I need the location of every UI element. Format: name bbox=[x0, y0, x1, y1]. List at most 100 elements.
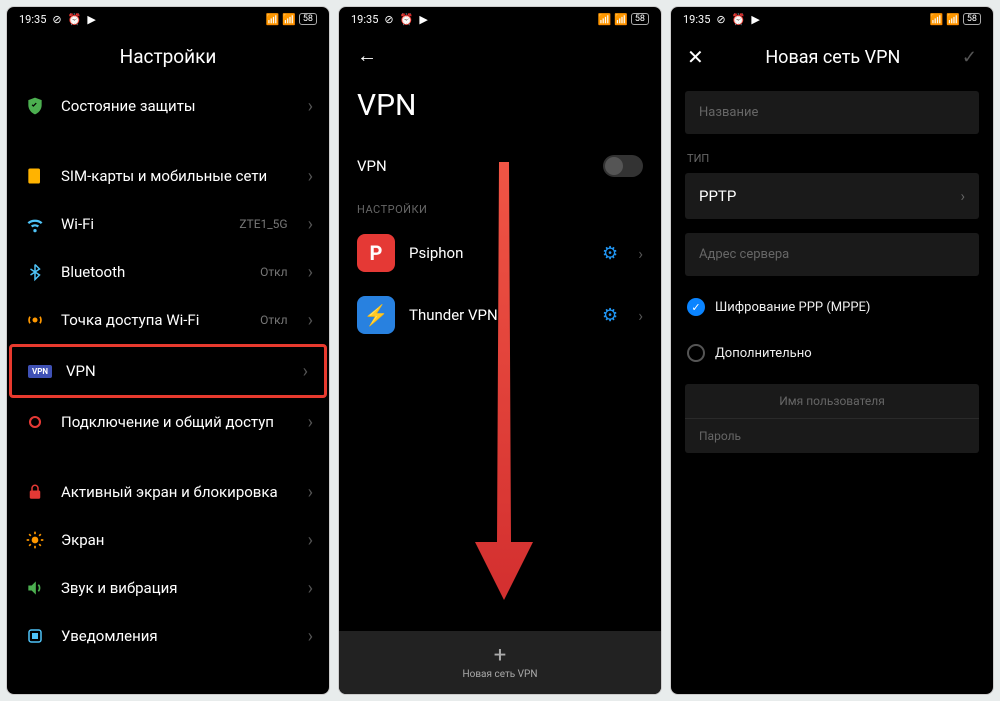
vpn-item[interactable]: VPN VPN › bbox=[12, 347, 324, 395]
brightness-icon bbox=[23, 528, 47, 552]
vpn-list-screen: 19:35 ⊘ ⏰ ▶ 📶 📶 58 ← VPN VPN НАСТРОЙКИ P… bbox=[338, 6, 662, 695]
lock-icon bbox=[23, 480, 47, 504]
chevron-icon: › bbox=[303, 361, 308, 382]
advanced-label: Дополнительно bbox=[715, 346, 812, 361]
server-address-input[interactable]: Адрес сервера bbox=[685, 233, 979, 276]
item-label: Bluetooth bbox=[61, 263, 125, 281]
chevron-icon: › bbox=[308, 578, 313, 599]
share-icon bbox=[23, 410, 47, 434]
wifi-icon bbox=[23, 212, 47, 236]
sound-icon bbox=[23, 576, 47, 600]
battery-indicator: 58 bbox=[631, 13, 649, 25]
chevron-icon: › bbox=[638, 244, 643, 263]
advanced-row[interactable]: Дополнительно bbox=[671, 330, 993, 376]
chevron-icon: › bbox=[308, 262, 313, 283]
video-icon: ▶ bbox=[751, 13, 759, 26]
thunder-vpn-icon: ⚡ bbox=[357, 296, 395, 334]
item-label: VPN bbox=[66, 362, 96, 380]
display-item[interactable]: Экран › bbox=[7, 516, 329, 564]
checkbox-empty-icon bbox=[687, 344, 705, 362]
chevron-icon: › bbox=[308, 166, 313, 187]
vpn-highlight: VPN VPN › bbox=[9, 344, 327, 398]
shield-icon bbox=[23, 94, 47, 118]
connection-sharing-item[interactable]: Подключение и общий доступ › bbox=[7, 398, 329, 446]
wifi-item[interactable]: Wi-Fi ZTE1_5G › bbox=[7, 200, 329, 248]
add-vpn-button[interactable]: + Новая сеть VPN bbox=[339, 631, 661, 694]
wifi-icon: 📶 bbox=[946, 13, 960, 26]
chevron-icon: › bbox=[308, 626, 313, 647]
hotspot-item[interactable]: Точка доступа Wi-Fi Откл › bbox=[7, 296, 329, 344]
alarm-icon: ⏰ bbox=[400, 13, 414, 26]
video-icon: ▶ bbox=[419, 13, 427, 26]
type-select[interactable]: PPTP › bbox=[685, 173, 979, 219]
chevron-icon: › bbox=[308, 310, 313, 331]
sound-item[interactable]: Звук и вибрация › bbox=[7, 564, 329, 612]
vpn-toggle[interactable] bbox=[603, 155, 643, 177]
item-label: SIM-карты и мобильные сети bbox=[61, 167, 267, 185]
lockscreen-item[interactable]: Активный экран и блокировка › bbox=[7, 468, 329, 516]
item-label: Подключение и общий доступ bbox=[61, 413, 274, 431]
chevron-icon: › bbox=[308, 412, 313, 433]
confirm-icon[interactable]: ✓ bbox=[962, 47, 977, 68]
plus-icon: + bbox=[339, 645, 661, 667]
chevron-icon: › bbox=[308, 530, 313, 551]
signal-icon: 📶 bbox=[597, 13, 611, 26]
notifications-item[interactable]: Уведомления › bbox=[7, 612, 329, 660]
gear-icon[interactable]: ⚙ bbox=[602, 243, 618, 264]
back-arrow-icon: ← bbox=[357, 43, 377, 67]
status-time: 19:35 bbox=[351, 13, 378, 26]
item-label: Активный экран и блокировка bbox=[61, 483, 278, 501]
status-bar: 19:35 ⊘ ⏰ ▶ 📶 📶 58 bbox=[339, 7, 661, 31]
app-label: Thunder VPN bbox=[409, 306, 588, 324]
item-label: Состояние защиты bbox=[61, 97, 196, 115]
item-label: Экран bbox=[61, 531, 104, 549]
bluetooth-item[interactable]: Bluetooth Откл › bbox=[7, 248, 329, 296]
psiphon-icon: P bbox=[357, 234, 395, 272]
item-label: Звук и вибрация bbox=[61, 579, 177, 597]
password-input[interactable]: Пароль bbox=[685, 419, 979, 453]
settings-screen: 19:35 ⊘ ⏰ ▶ 📶 📶 58 Настройки Состояние з… bbox=[6, 6, 330, 695]
bluetooth-icon bbox=[23, 260, 47, 284]
alarm-icon: ⏰ bbox=[68, 13, 82, 26]
close-icon[interactable]: ✕ bbox=[687, 45, 704, 69]
item-label: Точка доступа Wi-Fi bbox=[61, 311, 199, 329]
page-title: Настройки bbox=[7, 31, 329, 82]
video-icon: ▶ bbox=[87, 13, 95, 26]
add-vpn-label: Новая сеть VPN bbox=[339, 669, 661, 680]
chevron-icon: › bbox=[308, 96, 313, 117]
status-bar: 19:35 ⊘ ⏰ ▶ 📶 📶 58 bbox=[671, 7, 993, 31]
battery-indicator: 58 bbox=[963, 13, 981, 25]
item-label: Wi-Fi bbox=[61, 215, 94, 233]
username-input[interactable]: Имя пользователя bbox=[685, 384, 979, 418]
section-header: НАСТРОЙКИ bbox=[339, 191, 661, 222]
security-status-item[interactable]: Состояние защиты › bbox=[7, 82, 329, 130]
back-button[interactable]: ← bbox=[339, 31, 661, 80]
item-trailing: Откл bbox=[260, 265, 287, 279]
type-value: PPTP bbox=[699, 187, 736, 205]
ppp-encryption-row[interactable]: ✓ Шифрование PPP (MPPE) bbox=[671, 284, 993, 330]
vpn-app-psiphon[interactable]: P Psiphon ⚙ › bbox=[339, 222, 661, 284]
signal-icon: 📶 bbox=[265, 13, 279, 26]
wifi-icon: 📶 bbox=[282, 13, 296, 26]
status-time: 19:35 bbox=[683, 13, 710, 26]
gear-icon[interactable]: ⚙ bbox=[602, 305, 618, 326]
page-title: VPN bbox=[339, 80, 661, 141]
chevron-icon: › bbox=[960, 187, 965, 205]
chevron-icon: › bbox=[308, 214, 313, 235]
encryption-label: Шифрование PPP (MPPE) bbox=[715, 300, 870, 315]
sim-icon bbox=[23, 164, 47, 188]
dnd-icon: ⊘ bbox=[52, 13, 61, 26]
chevron-icon: › bbox=[308, 482, 313, 503]
vpn-app-thunder[interactable]: ⚡ Thunder VPN ⚙ › bbox=[339, 284, 661, 346]
name-input[interactable]: Название bbox=[685, 91, 979, 134]
new-vpn-screen: 19:35 ⊘ ⏰ ▶ 📶 📶 58 ✕ Новая сеть VPN ✓ На… bbox=[670, 6, 994, 695]
vpn-master-toggle-row[interactable]: VPN bbox=[339, 141, 661, 191]
dnd-icon: ⊘ bbox=[384, 13, 393, 26]
app-label: Psiphon bbox=[409, 244, 588, 262]
item-label: Уведомления bbox=[61, 627, 158, 645]
wifi-icon: 📶 bbox=[614, 13, 628, 26]
item-trailing: ZTE1_5G bbox=[239, 217, 287, 231]
sim-cards-item[interactable]: SIM-карты и мобильные сети › bbox=[7, 152, 329, 200]
checkbox-checked-icon: ✓ bbox=[687, 298, 705, 316]
hotspot-icon bbox=[23, 308, 47, 332]
